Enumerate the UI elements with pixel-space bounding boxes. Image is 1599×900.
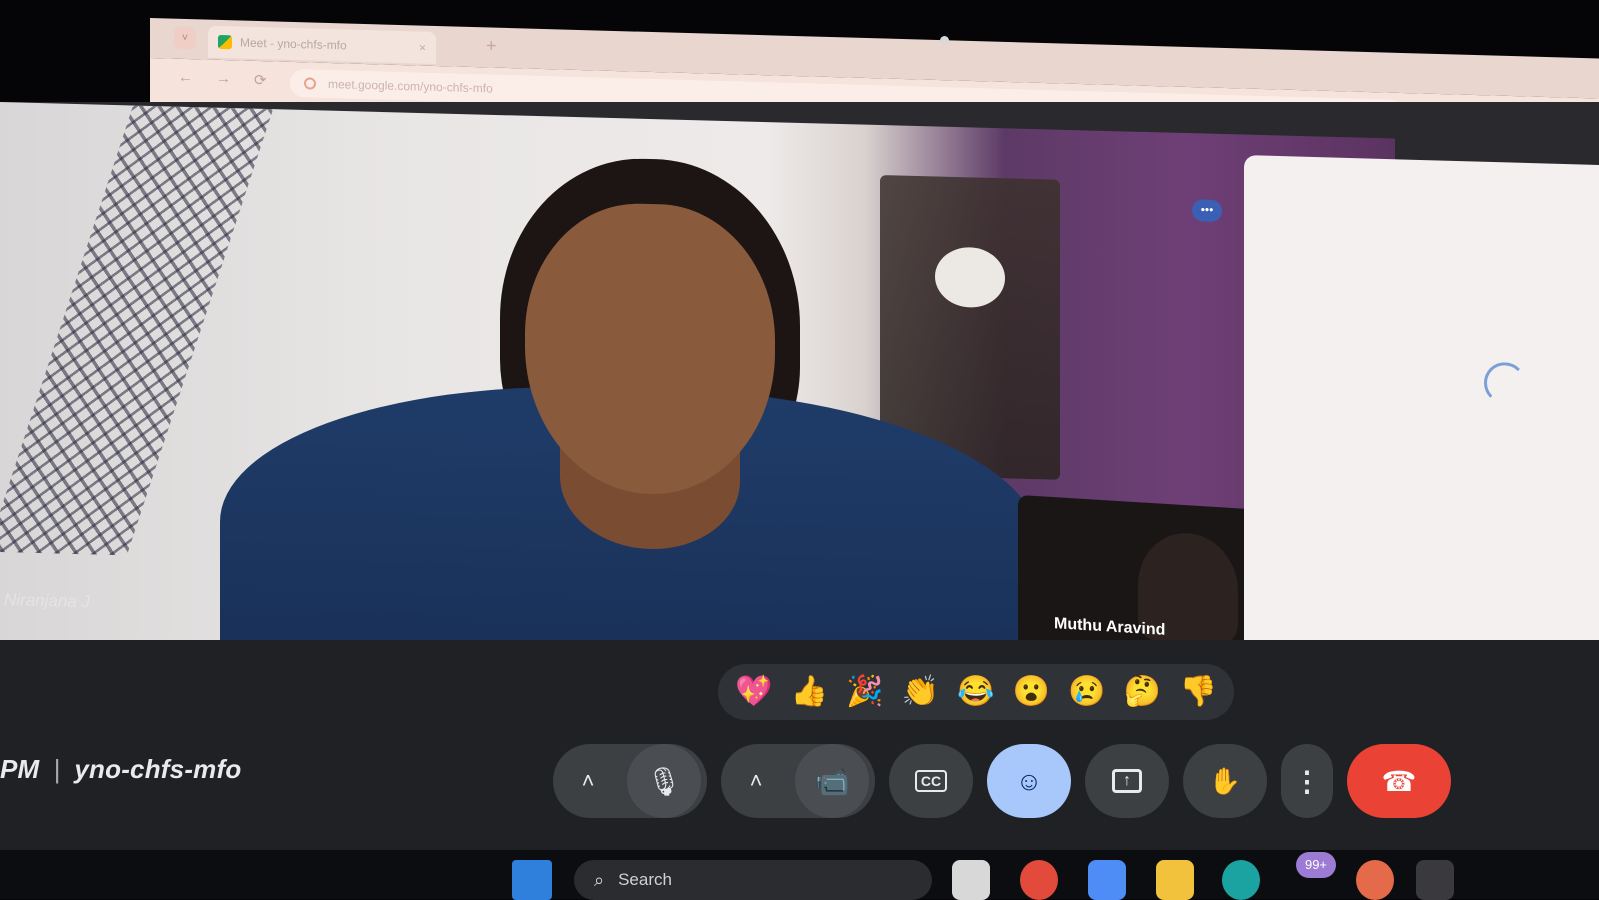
reaction-bar: 💖 👍 🎉 👏 😂 😮 😢 🤔 👎	[718, 664, 1234, 720]
raise-hand-button[interactable]: ✋	[1183, 744, 1267, 818]
copilot-app-icon[interactable]	[1088, 860, 1126, 900]
taskbar-search-box[interactable]: ⌕ Search	[574, 860, 932, 900]
site-info-icon[interactable]	[304, 77, 316, 90]
meeting-info: PM | yno-chfs-mfo	[0, 754, 241, 785]
reaction-party-popper[interactable]: 🎉	[846, 677, 883, 707]
present-screen-button[interactable]: ↑	[1085, 744, 1169, 818]
participant-video	[220, 148, 1040, 679]
file-manager-app-icon[interactable]	[952, 860, 990, 900]
meet-control-bar: 💖 👍 🎉 👏 😂 😮 😢 🤔 👎 PM | yno-chfs-mfo ˄ 🎙 ˄ …	[0, 640, 1599, 850]
hang-up-icon: ☎	[1381, 765, 1417, 797]
leave-call-button[interactable]: ☎	[1347, 744, 1451, 818]
url-text: meet.google.com/yno-chfs-mfo	[328, 76, 493, 96]
windows-start-icon[interactable]	[512, 860, 552, 900]
emoji-icon: ☺	[1015, 765, 1043, 796]
reload-icon[interactable]: ⟳	[254, 71, 267, 89]
reaction-tears-of-joy[interactable]: 😂	[957, 677, 994, 707]
audio-control-group: ˄ 🎙	[553, 744, 707, 818]
reaction-clapping-hands[interactable]: 👏	[902, 677, 939, 707]
folder-app-icon[interactable]	[1156, 860, 1194, 900]
captions-button[interactable]: CC	[889, 744, 973, 818]
meet-favicon-icon	[218, 34, 232, 50]
chrome-app-icon[interactable]	[1020, 860, 1058, 900]
notification-badge: 99+	[1296, 852, 1336, 878]
video-control-group: ˄ 📹	[721, 744, 875, 818]
reaction-thinking-face[interactable]: 🤔	[1124, 677, 1161, 707]
main-participant-name: Niranjana J	[4, 590, 90, 612]
reaction-thumbs-down[interactable]: 👎	[1179, 677, 1216, 707]
camera-button[interactable]: 📹	[795, 744, 869, 818]
more-options-icon: ⋮	[1293, 765, 1321, 797]
present-screen-icon: ↑	[1112, 769, 1142, 793]
audio-settings-chevron-icon[interactable]: ˄	[553, 744, 623, 818]
chrome-profile-app-icon[interactable]	[1416, 860, 1454, 900]
windows-taskbar: ⌕ Search 99+	[0, 850, 1599, 900]
reactions-button[interactable]: ☺	[987, 744, 1071, 818]
microphone-icon: 🎙	[646, 765, 682, 797]
microphone-button[interactable]: 🎙	[627, 744, 701, 818]
meeting-time: PM	[0, 754, 40, 784]
search-icon: ⌕	[594, 869, 605, 890]
edge-app-icon[interactable]	[1222, 860, 1260, 900]
taskbar-search-text: Search	[618, 870, 672, 889]
tab-title: Meet - yno-chfs-mfo	[240, 35, 347, 53]
meeting-separator: |	[53, 754, 61, 784]
meeting-code: yno-chfs-mfo	[74, 754, 242, 784]
main-video-tile[interactable]: Niranjana J ••• Muthu Aravind	[0, 102, 1395, 679]
reaction-sparkling-heart[interactable]: 💖	[735, 677, 772, 707]
raise-hand-icon: ✋	[1208, 765, 1242, 796]
meet-stage: Niranjana J ••• Muthu Aravind	[0, 102, 1599, 679]
forward-icon[interactable]: →	[216, 70, 231, 87]
loading-side-tile	[1244, 155, 1599, 665]
browser-tab-meet[interactable]: Meet - yno-chfs-mfo ×	[208, 25, 436, 64]
loading-spinner-icon	[1484, 361, 1526, 405]
new-tab-button[interactable]: +	[486, 35, 497, 56]
reaction-thumbs-up[interactable]: 👍	[791, 677, 828, 707]
captions-icon: CC	[914, 770, 948, 792]
call-controls: ˄ 🎙 ˄ 📹 CC ☺ ↑ ✋ ⋮ ☎	[553, 742, 1451, 820]
photos-app-icon[interactable]	[1356, 860, 1394, 900]
reaction-crying-face[interactable]: 😢	[1068, 677, 1105, 707]
tab-list-button[interactable]: ˅	[174, 26, 196, 50]
tab-close-icon[interactable]: ×	[419, 41, 426, 55]
more-options-button[interactable]: ⋮	[1281, 744, 1333, 818]
reaction-surprised-face[interactable]: 😮	[1013, 677, 1050, 707]
webcam-dot	[940, 36, 949, 45]
video-settings-chevron-icon[interactable]: ˄	[721, 744, 791, 818]
tile-options-button[interactable]: •••	[1192, 199, 1222, 222]
camera-icon: 📹	[814, 765, 850, 797]
back-icon[interactable]: ←	[178, 69, 193, 86]
